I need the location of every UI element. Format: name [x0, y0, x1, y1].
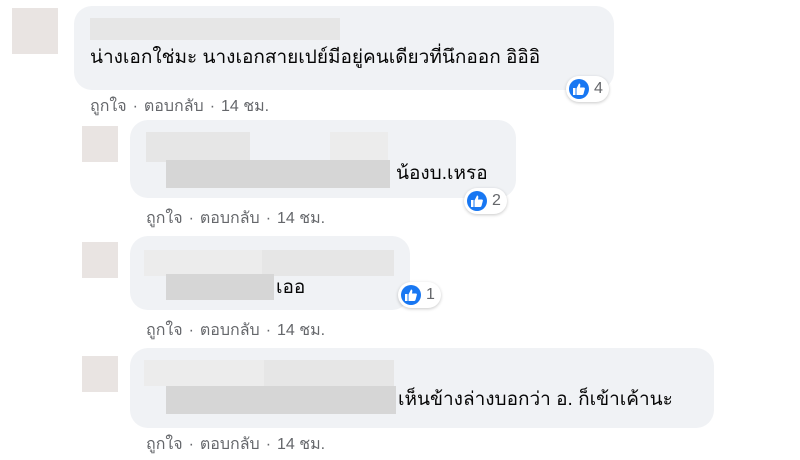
- reaction-count[interactable]: 4: [566, 76, 609, 102]
- comment-text: เห็นข้างล่างบอกว่า อ. ก็เข้าเค้านะ: [398, 389, 673, 410]
- comment-actions: ถูกใจ · ตอบกลับ · 14 ชม.: [146, 432, 325, 457]
- like-count: 1: [426, 286, 435, 303]
- comment-bubble: น่างเอกใช่มะ นางเอกสายเปย์มีอยู่คนเดียวท…: [74, 6, 614, 90]
- thumbs-up-icon: [569, 79, 589, 99]
- separator: ·: [209, 98, 216, 115]
- separator: ·: [188, 210, 194, 227]
- separator: ·: [265, 322, 272, 339]
- comment-actions: ถูกใจ · ตอบกลับ · 14 ชม.: [90, 94, 269, 119]
- author-name-redacted: [264, 360, 394, 386]
- comment-bubble: เห็นข้างล่างบอกว่า อ. ก็เข้าเค้านะ: [130, 348, 714, 428]
- comment-text: น้องบ.เหรอ: [396, 163, 488, 184]
- comment-actions: ถูกใจ · ตอบกลับ · 14 ชม.: [146, 206, 325, 231]
- avatar[interactable]: [82, 356, 118, 392]
- comment-actions: ถูกใจ · ตอบกลับ · 14 ชม.: [146, 318, 325, 343]
- author-name-redacted[interactable]: [146, 132, 250, 162]
- author-name-redacted: [262, 250, 394, 276]
- timestamp[interactable]: 14 ชม.: [277, 210, 325, 227]
- avatar[interactable]: [82, 126, 118, 162]
- separator: ·: [132, 98, 138, 115]
- comment-text: น่างเอกใช่มะ นางเอกสายเปย์มีอยู่คนเดียวท…: [90, 47, 541, 68]
- mention-redacted[interactable]: [166, 160, 390, 188]
- reply-link[interactable]: ตอบกลับ: [144, 98, 204, 115]
- avatar[interactable]: [82, 242, 118, 278]
- thumbs-up-icon: [467, 191, 487, 211]
- like-link[interactable]: ถูกใจ: [146, 322, 183, 339]
- thumbs-up-icon: [401, 285, 421, 305]
- separator: ·: [188, 436, 194, 453]
- timestamp[interactable]: 14 ชม.: [277, 436, 325, 453]
- reaction-count[interactable]: 1: [398, 282, 441, 308]
- comment-bubble: น้องบ.เหรอ: [130, 120, 516, 198]
- author-name-redacted[interactable]: [144, 360, 264, 386]
- reaction-count[interactable]: 2: [464, 188, 507, 214]
- reply-link[interactable]: ตอบกลับ: [200, 322, 260, 339]
- author-name-redacted[interactable]: [90, 18, 340, 40]
- timestamp[interactable]: 14 ชม.: [277, 322, 325, 339]
- like-link[interactable]: ถูกใจ: [90, 98, 127, 115]
- author-name-redacted: [330, 132, 388, 162]
- mention-redacted[interactable]: [166, 274, 274, 300]
- reply-link[interactable]: ตอบกลับ: [200, 210, 260, 227]
- reply-link[interactable]: ตอบกลับ: [200, 436, 260, 453]
- avatar[interactable]: [12, 8, 58, 54]
- author-name-redacted[interactable]: [144, 250, 262, 276]
- separator: ·: [265, 210, 272, 227]
- like-link[interactable]: ถูกใจ: [146, 210, 183, 227]
- comment-bubble: เออ: [130, 236, 410, 310]
- timestamp[interactable]: 14 ชม.: [221, 98, 269, 115]
- comment-text: เออ: [276, 277, 306, 298]
- like-count: 4: [594, 80, 603, 97]
- separator: ·: [188, 322, 194, 339]
- like-link[interactable]: ถูกใจ: [146, 436, 183, 453]
- like-count: 2: [492, 192, 501, 209]
- separator: ·: [265, 436, 272, 453]
- mention-redacted[interactable]: [166, 386, 396, 414]
